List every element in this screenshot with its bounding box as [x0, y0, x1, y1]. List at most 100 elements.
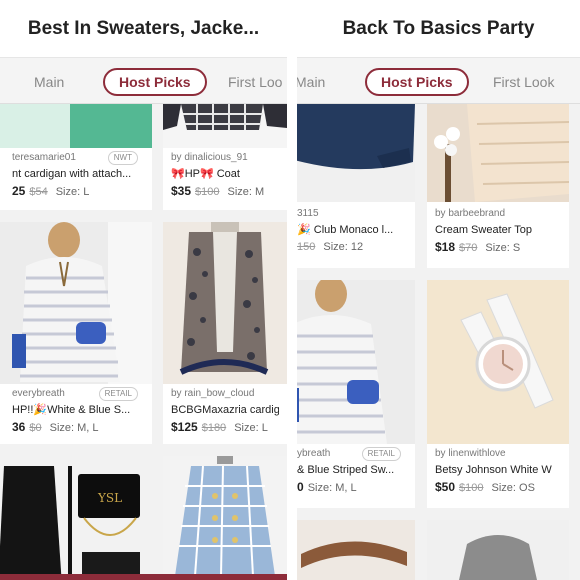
listing-title[interactable]: Betsy Johnson White W [435, 462, 561, 478]
size: Size: M, L [307, 482, 357, 494]
listing-card[interactable] [427, 520, 569, 580]
size: Size: M [227, 186, 265, 198]
price: $125 [171, 420, 198, 434]
size: Size: OS [491, 482, 535, 494]
original-price: $54 [29, 186, 48, 198]
seller-name[interactable]: by dinalicious_91 [171, 150, 279, 166]
price-row: 150 Size: 12 [297, 238, 407, 256]
price: 25 [12, 184, 26, 198]
listing-photo[interactable] [297, 280, 415, 444]
price: $35 [171, 184, 192, 198]
tab-bar: Main Host Picks First Loo [0, 58, 287, 104]
price-row: $125 $180 Size: L [171, 418, 279, 436]
divider [287, 0, 297, 580]
listing-card[interactable] [163, 456, 287, 580]
original-price: $100 [195, 186, 220, 198]
price: $18 [435, 240, 456, 254]
original-price: $0 [29, 422, 42, 434]
page-title: Back To Basics Party [342, 17, 535, 39]
listing-card[interactable]: by rain_bow_cloud BCBGMaxazria cardig $1… [163, 222, 287, 444]
size: Size: M, L [49, 422, 99, 434]
price-row: $50 $100 Size: OS [435, 478, 561, 496]
club-monaco-top-image [297, 104, 415, 202]
striped-sweater-image [297, 280, 415, 444]
tab-first-look[interactable]: First Loo [228, 68, 282, 96]
listing-photo[interactable] [427, 104, 569, 202]
tab-main[interactable]: Main [297, 68, 325, 96]
tab-main[interactable]: Main [34, 68, 64, 96]
ysl-bag-image: YSL [0, 456, 152, 580]
listing-photo[interactable] [0, 104, 152, 148]
seller-name[interactable]: by linenwithlove [435, 446, 561, 462]
seller-name[interactable]: ybreath RETAIL [297, 446, 407, 462]
listing-photo[interactable] [163, 456, 287, 580]
listing-photo[interactable] [297, 520, 415, 580]
retail-badge: RETAIL [98, 387, 138, 401]
listing-title[interactable]: nt cardigan with attach... [12, 166, 144, 182]
listing-photo[interactable] [427, 280, 569, 444]
title-bar: Best In Sweaters, Jacke... [0, 0, 287, 58]
listing-title[interactable]: 🎀HP🎀 Coat [171, 166, 279, 182]
original-price: $180 [201, 422, 227, 434]
listing-photo[interactable] [427, 520, 569, 580]
listing-title[interactable]: & Blue Striped Sw... [297, 462, 407, 478]
listing-card[interactable]: 3115 🎉 Club Monaco l... 150 Size: 12 [297, 104, 415, 268]
watch-image [427, 280, 569, 444]
tab-host-picks[interactable]: Host Picks [365, 68, 469, 96]
listing-card[interactable]: by linenwithlove Betsy Johnson White W $… [427, 280, 569, 508]
listing-grid: 3115 🎉 Club Monaco l... 150 Size: 12 by … [297, 104, 580, 580]
left-screenshot: Best In Sweaters, Jacke... Main Host Pic… [0, 0, 287, 580]
right-screenshot: Back To Basics Party Main Host Picks Fir… [297, 0, 580, 580]
listing-card[interactable]: ybreath RETAIL & Blue Striped Sw... 0 Siz… [297, 280, 415, 508]
size: Size: L [234, 422, 268, 434]
listing-card[interactable]: by barbeebrand Cream Sweater Top $18 $70 S… [427, 104, 569, 268]
listing-photo[interactable] [163, 222, 287, 384]
size: Size: S [485, 242, 521, 254]
price-row: 36 $0 Size: M, L [12, 418, 144, 436]
listing-title[interactable]: BCBGMaxazria cardig [171, 402, 279, 418]
listing-title[interactable]: HP!!🎉White & Blue S... [12, 402, 144, 418]
original-price: $70 [459, 242, 478, 254]
size: Size: L [55, 186, 90, 198]
seller-name[interactable]: by barbeebrand [435, 206, 561, 222]
price-row: $35 $100 Size: M [171, 182, 279, 200]
jacket-image [163, 456, 287, 580]
price: 0 [297, 480, 304, 494]
seller-name[interactable]: 3115 [297, 206, 407, 222]
listing-photo[interactable] [163, 104, 287, 148]
listing-title[interactable]: Cream Sweater Top [435, 222, 561, 238]
nwt-badge: NWT [107, 151, 138, 165]
listing-card[interactable]: teresamarie01 NWT nt cardigan with attac… [0, 104, 152, 210]
price-row: 25 $54 Size: L [12, 182, 144, 200]
original-price: $100 [459, 482, 484, 494]
size: Size: 12 [323, 241, 364, 253]
listing-grid: teresamarie01 NWT nt cardigan with attac… [0, 104, 287, 580]
seller-name[interactable]: by rain_bow_cloud [171, 386, 279, 402]
price: $50 [435, 480, 456, 494]
listing-photo[interactable]: YSL [0, 456, 152, 580]
listing-photo[interactable] [0, 222, 152, 384]
listing-card[interactable]: YSL [0, 456, 152, 580]
seller-name[interactable]: everybreath RETAIL [12, 386, 144, 402]
price: 36 [12, 420, 26, 434]
bottom-bar [0, 574, 287, 580]
listing-card[interactable] [297, 520, 415, 580]
top-image [427, 520, 569, 580]
belt-image [297, 520, 415, 580]
tab-bar: Main Host Picks First Look [297, 58, 580, 104]
coat-image [163, 104, 287, 148]
retail-badge: RETAIL [361, 447, 401, 461]
striped-sweater-image [0, 222, 152, 384]
tab-host-picks[interactable]: Host Picks [103, 68, 207, 96]
original-price: 150 [297, 241, 316, 253]
cream-sweater-image [427, 104, 569, 202]
tab-first-look[interactable]: First Look [493, 68, 554, 96]
listing-card[interactable]: everybreath RETAIL HP!!🎉White & Blue S..… [0, 222, 152, 444]
cardigan-image [163, 222, 287, 384]
seller-name[interactable]: teresamarie01 NWT [12, 150, 144, 166]
listing-title[interactable]: 🎉 Club Monaco l... [297, 222, 407, 238]
price-row: 0 Size: M, L [297, 478, 407, 496]
listing-card[interactable]: by dinalicious_91 🎀HP🎀 Coat $35 $100 Size:… [163, 104, 287, 210]
price-row: $18 $70 Size: S [435, 238, 561, 256]
listing-photo[interactable] [297, 104, 415, 202]
